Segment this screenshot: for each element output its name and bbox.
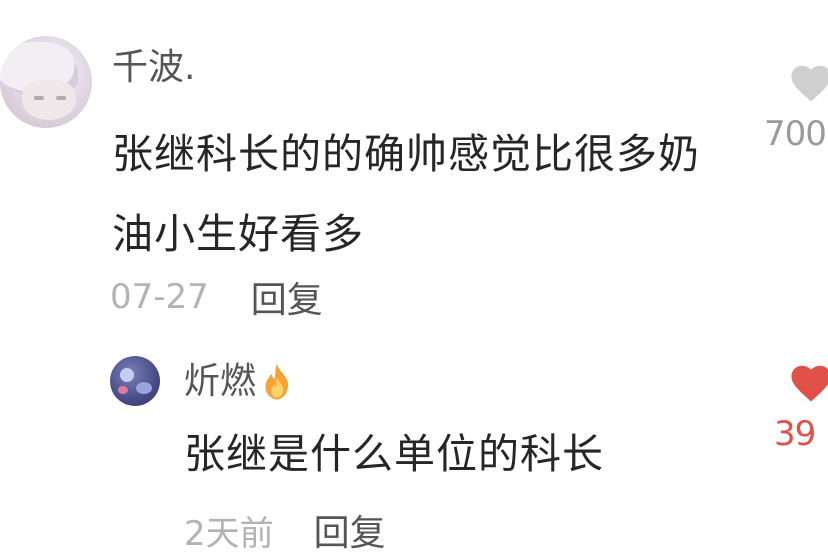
reply-meta: 2天前 回复 bbox=[184, 506, 386, 554]
comment-text: 张继科长的的确帅感觉比很多奶油小生好看多 bbox=[112, 130, 700, 258]
like-button[interactable]: 700 bbox=[764, 60, 828, 170]
reply-date: 2天前 bbox=[184, 513, 274, 554]
like-count: 700 bbox=[764, 114, 827, 154]
replier-username-row[interactable]: 炘燃 bbox=[184, 360, 294, 404]
fire-icon bbox=[265, 363, 289, 400]
reply-button[interactable]: 回复 bbox=[251, 271, 323, 323]
reply-to-reply-button[interactable]: 回复 bbox=[314, 504, 386, 556]
commenter-username[interactable]: 千波. bbox=[112, 46, 195, 90]
replier-username[interactable]: 炘燃 bbox=[184, 360, 256, 404]
comment-date: 07-27 bbox=[110, 277, 209, 317]
reply-like-button[interactable]: 39 bbox=[774, 360, 828, 460]
heart-icon[interactable] bbox=[788, 360, 828, 404]
reply-text: 张继是什么单位的科长 bbox=[184, 430, 604, 478]
commenter-avatar[interactable] bbox=[0, 36, 92, 128]
heart-icon[interactable] bbox=[788, 60, 828, 104]
comment-meta: 07-27 回复 bbox=[110, 272, 323, 322]
reply-like-count: 39 bbox=[774, 414, 816, 454]
replier-avatar[interactable] bbox=[110, 356, 160, 406]
